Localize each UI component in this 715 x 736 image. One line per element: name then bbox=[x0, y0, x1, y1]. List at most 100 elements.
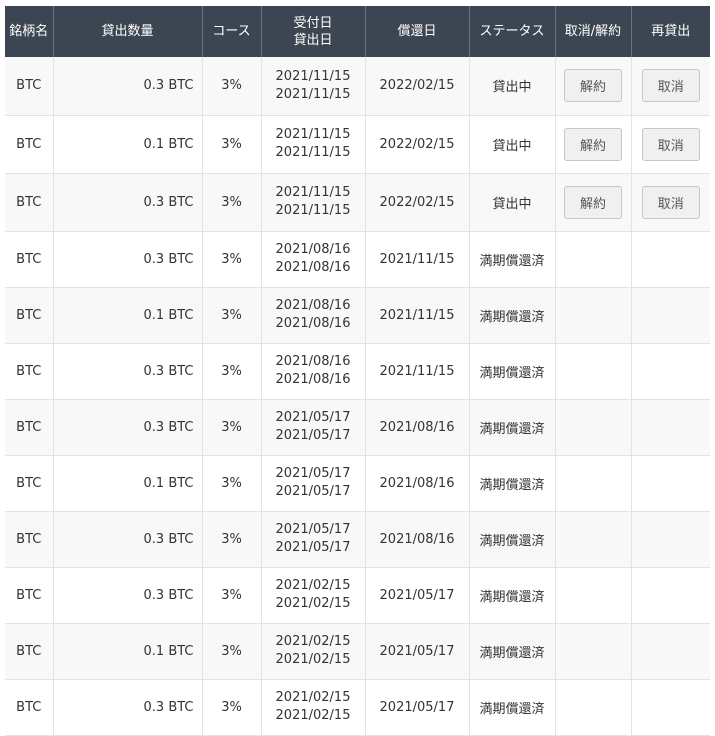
cell-status: 満期償還済 bbox=[469, 399, 556, 456]
cell-repay-date: 2022/02/15 bbox=[365, 57, 470, 116]
cell-lent-date: 2021/11/15 bbox=[275, 86, 351, 102]
header-name: 銘柄名 bbox=[5, 6, 54, 57]
cell-name: BTC bbox=[5, 567, 54, 624]
cancel-relend-button[interactable]: 取消 bbox=[641, 69, 700, 103]
cell-dates: 2021/08/16 2021/08/16 bbox=[261, 231, 366, 288]
cell-name: BTC bbox=[5, 231, 54, 288]
cell-received-date: 2021/05/17 bbox=[275, 522, 351, 537]
cell-amount: 0.3 BTC bbox=[53, 511, 203, 568]
cell-dates: 2021/08/16 2021/08/16 bbox=[261, 287, 366, 344]
cell-lent-date: 2021/05/17 bbox=[275, 484, 351, 499]
cell-name: BTC bbox=[5, 343, 54, 400]
cell-cancel bbox=[555, 623, 632, 680]
cell-status: 貸出中 bbox=[469, 173, 556, 232]
cancel-relend-button[interactable]: 取消 bbox=[641, 127, 700, 161]
cell-course: 3% bbox=[202, 343, 262, 400]
cell-dates: 2021/11/15 2021/11/15 bbox=[261, 57, 366, 116]
cell-received-date: 2021/11/15 bbox=[275, 68, 351, 84]
cell-repay-date: 2021/08/16 bbox=[365, 399, 470, 456]
cell-amount: 0.3 BTC bbox=[53, 679, 203, 736]
cell-status: 貸出中 bbox=[469, 115, 556, 174]
cell-received-date: 2021/08/16 bbox=[275, 242, 351, 257]
table-row: BTC 0.3 BTC 3% 2021/05/17 2021/05/17 2021/08/… bbox=[5, 511, 710, 568]
cell-repay-date: 2022/02/15 bbox=[365, 173, 470, 232]
cell-name: BTC bbox=[5, 511, 54, 568]
cell-course: 3% bbox=[202, 115, 262, 174]
cell-relend: 取消 bbox=[631, 57, 710, 116]
cell-cancel: 解約 bbox=[555, 115, 632, 174]
cell-repay-date: 2021/11/15 bbox=[365, 287, 470, 344]
cell-amount: 0.1 BTC bbox=[53, 623, 203, 680]
cancel-contract-button[interactable]: 解約 bbox=[564, 127, 622, 161]
cell-status: 満期償還済 bbox=[469, 511, 556, 568]
cell-relend bbox=[631, 679, 710, 736]
cell-lent-date: 2021/08/16 bbox=[275, 260, 351, 275]
cell-relend bbox=[631, 511, 710, 568]
cell-relend: 取消 bbox=[631, 173, 710, 232]
cell-course: 3% bbox=[202, 679, 262, 736]
cell-name: BTC bbox=[5, 679, 54, 736]
table-row: BTC 0.3 BTC 3% 2021/11/15 2021/11/15 2022/02/… bbox=[5, 173, 710, 232]
cell-status: 満期償還済 bbox=[469, 231, 556, 288]
cell-course: 3% bbox=[202, 57, 262, 116]
cell-course: 3% bbox=[202, 287, 262, 344]
cell-name: BTC bbox=[5, 287, 54, 344]
cell-relend bbox=[631, 567, 710, 624]
cell-dates: 2021/02/15 2021/02/15 bbox=[261, 623, 366, 680]
cancel-contract-button[interactable]: 解約 bbox=[564, 185, 622, 219]
cell-received-date: 2021/11/15 bbox=[275, 185, 351, 200]
table-row: BTC 0.3 BTC 3% 2021/08/16 2021/08/16 2021/11/… bbox=[5, 343, 710, 400]
table-body: BTC 0.3 BTC 3% 2021/11/15 2021/11/15 2022/02/… bbox=[5, 57, 710, 736]
cell-status: 満期償還済 bbox=[469, 455, 556, 512]
cell-received-date: 2021/02/15 bbox=[275, 690, 351, 705]
cell-lent-date: 2021/11/15 bbox=[275, 145, 351, 160]
cell-name: BTC bbox=[5, 173, 54, 232]
cell-repay-date: 2021/05/17 bbox=[365, 567, 470, 624]
cell-cancel: 解約 bbox=[555, 173, 632, 232]
cell-relend bbox=[631, 399, 710, 456]
table-row: BTC 0.3 BTC 3% 2021/02/15 2021/02/15 2021/05/… bbox=[5, 567, 710, 624]
cell-received-date: 2021/11/15 bbox=[275, 127, 351, 142]
cancel-relend-button[interactable]: 取消 bbox=[641, 185, 700, 219]
header-cancel: 取消/解約 bbox=[555, 6, 632, 57]
table-row: BTC 0.1 BTC 3% 2021/05/17 2021/05/17 2021/08/… bbox=[5, 455, 710, 512]
header-dates: 受付日 貸出日 bbox=[261, 6, 366, 57]
cell-repay-date: 2021/11/15 bbox=[365, 231, 470, 288]
cell-status: 満期償還済 bbox=[469, 567, 556, 624]
cell-dates: 2021/11/15 2021/11/15 bbox=[261, 173, 366, 232]
cell-dates: 2021/05/17 2021/05/17 bbox=[261, 511, 366, 568]
cell-amount: 0.3 BTC bbox=[53, 173, 203, 232]
cell-status: 満期償還済 bbox=[469, 343, 556, 400]
header-status: ステータス bbox=[469, 6, 556, 57]
cell-amount: 0.1 BTC bbox=[53, 455, 203, 512]
cell-lent-date: 2021/02/15 bbox=[275, 708, 351, 723]
table-header: 銘柄名 貸出数量 コース 受付日 貸出日 償還日 ステータス 取消/解約 再貸出 bbox=[5, 6, 710, 57]
cell-cancel bbox=[555, 231, 632, 288]
cell-cancel bbox=[555, 399, 632, 456]
cell-status: 満期償還済 bbox=[469, 287, 556, 344]
table-row: BTC 0.1 BTC 3% 2021/08/16 2021/08/16 2021/11/… bbox=[5, 287, 710, 344]
table-row: BTC 0.3 BTC 3% 2021/05/17 2021/05/17 2021/08/… bbox=[5, 399, 710, 456]
cell-relend bbox=[631, 623, 710, 680]
cell-dates: 2021/05/17 2021/05/17 bbox=[261, 455, 366, 512]
cell-lent-date: 2021/02/15 bbox=[275, 596, 351, 611]
cell-received-date: 2021/05/17 bbox=[275, 410, 351, 425]
header-repay: 償還日 bbox=[365, 6, 470, 57]
cell-repay-date: 2021/08/16 bbox=[365, 455, 470, 512]
cancel-contract-button[interactable]: 解約 bbox=[564, 69, 622, 103]
cell-relend bbox=[631, 455, 710, 512]
cell-name: BTC bbox=[5, 623, 54, 680]
cell-course: 3% bbox=[202, 623, 262, 680]
cell-course: 3% bbox=[202, 567, 262, 624]
cell-amount: 0.3 BTC bbox=[53, 231, 203, 288]
cell-name: BTC bbox=[5, 115, 54, 174]
header-relend: 再貸出 bbox=[631, 6, 710, 57]
cell-cancel bbox=[555, 343, 632, 400]
cell-received-date: 2021/08/16 bbox=[275, 298, 351, 313]
cell-lent-date: 2021/08/16 bbox=[275, 372, 351, 387]
cell-dates: 2021/11/15 2021/11/15 bbox=[261, 115, 366, 174]
cell-dates: 2021/05/17 2021/05/17 bbox=[261, 399, 366, 456]
cell-amount: 0.1 BTC bbox=[53, 115, 203, 174]
header-course: コース bbox=[202, 6, 262, 57]
table-row: BTC 0.3 BTC 3% 2021/08/16 2021/08/16 2021/11/… bbox=[5, 231, 710, 288]
